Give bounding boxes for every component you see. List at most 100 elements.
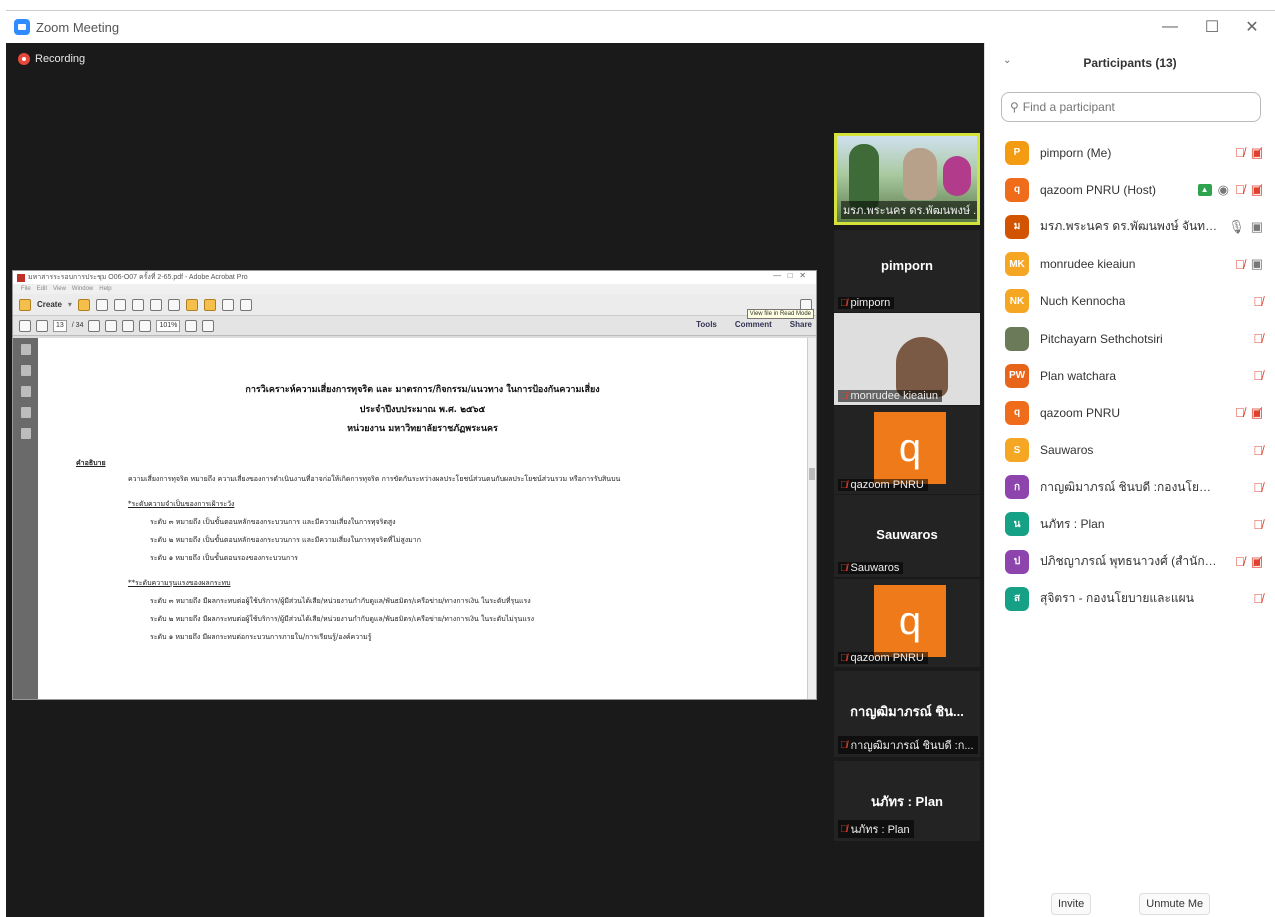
participant-row[interactable]: P pimporn (Me) 🎙̸ ▣̸ — [985, 134, 1275, 171]
fit-width-icon[interactable] — [202, 319, 215, 332]
pdf-scrollbar[interactable] — [807, 338, 816, 699]
zoom-out-icon[interactable] — [122, 319, 135, 332]
recording-indicator[interactable]: Recording — [18, 53, 85, 65]
participant-row[interactable]: q qazoom PNRU 🎙̸ ▣̸ — [985, 394, 1275, 431]
collaborate-icon[interactable] — [149, 298, 162, 311]
participant-row[interactable]: ม มรภ.พระนคร ดร.พัฒนพงษ์ จันทร์ควง 🎙 ▣ — [985, 208, 1275, 245]
video-off-icon[interactable]: ▣̸ — [1251, 405, 1263, 421]
participant-row[interactable]: ป ปภิชญาภรณ์ พุทธนาวงศ์ (สำนักงาน... 🎙̸ ▣… — [985, 543, 1275, 580]
video-on-icon[interactable]: ▣ — [1251, 256, 1263, 272]
scrollbar-thumb[interactable] — [809, 468, 815, 480]
mic-muted-icon[interactable]: 🎙̸ — [1235, 257, 1245, 272]
open-folder-icon[interactable] — [77, 298, 90, 311]
acrobat-task-links: Tools Comment Share — [696, 320, 812, 329]
participant-row[interactable]: MK monrudee kieaiun 🎙̸ ▣ — [985, 246, 1275, 283]
tile-label: 🎙̸ qazoom PNRU — [838, 652, 928, 664]
tile-qazoom-2[interactable]: q 🎙̸ qazoom PNRU — [834, 579, 980, 667]
zoom-in-icon[interactable] — [139, 319, 152, 332]
create-button[interactable]: Create — [37, 300, 62, 309]
mic-muted-icon[interactable]: 🎙̸ — [1253, 294, 1263, 309]
create-icon[interactable] — [19, 298, 31, 311]
minimize-icon[interactable]: — — [1150, 11, 1190, 43]
mic-muted-icon[interactable]: 🎙̸ — [1253, 443, 1263, 458]
tile-big-name: นภัทร : Plan — [870, 794, 943, 809]
mic-muted-icon: 🎙̸ — [840, 479, 848, 491]
hand-tool-icon[interactable] — [105, 319, 118, 332]
menu-view[interactable]: View — [53, 286, 66, 292]
mic-on-icon[interactable]: 🎙 — [1228, 219, 1245, 235]
participant-search[interactable]: ⚲ — [1001, 92, 1261, 122]
video-tile-active-speaker[interactable]: มรภ.พระนคร ดร.พัฒนพงษ์ ... — [834, 133, 980, 225]
print-icon[interactable] — [113, 298, 126, 311]
tile-qazoom-1[interactable]: q 🎙̸ qazoom PNRU — [834, 406, 980, 494]
comment-link[interactable]: Comment — [735, 320, 772, 329]
mic-muted-icon[interactable]: 🎙̸ — [1253, 368, 1263, 383]
unmute-me-button[interactable]: Unmute Me — [1139, 893, 1211, 915]
layers-icon[interactable] — [20, 407, 31, 418]
signature-icon[interactable] — [20, 428, 31, 439]
shared-screen-stage: Recording มหาสารระรอบการประชุม O06-O07 ค… — [6, 43, 984, 917]
zoom-level-select[interactable]: 101% — [156, 319, 181, 332]
mic-muted-icon[interactable]: 🎙̸ — [1235, 182, 1245, 197]
acrobat-window-controls-icon[interactable]: — □ ✕ — [773, 271, 806, 280]
participant-row[interactable]: NK Nuch Kennocha 🎙̸ — [985, 283, 1275, 320]
share-link[interactable]: Share — [790, 320, 812, 329]
participant-row[interactable]: ก กาญฒิมาภรณ์ ชินบดี :กองนโยบายและแผน 🎙̸ — [985, 469, 1275, 506]
search-input[interactable] — [1022, 100, 1243, 114]
settings-icon[interactable] — [167, 298, 180, 311]
mic-muted-icon[interactable]: 🎙̸ — [1235, 145, 1245, 160]
bookmark-icon[interactable] — [20, 365, 31, 376]
menu-help[interactable]: Help — [99, 286, 111, 292]
acrobat-toolbar: Create ▾ — [13, 294, 816, 316]
tile-label: 🎙̸ นภัทร : Plan — [838, 820, 914, 838]
chevron-down-icon[interactable]: ▾ — [68, 300, 72, 309]
acrobat-title-bar: มหาสารระรอบการประชุม O06-O07 ครั้งที่ 2-… — [13, 271, 816, 284]
participant-row[interactable]: น นภัทร : Plan 🎙̸ — [985, 506, 1275, 543]
menu-edit[interactable]: Edit — [37, 286, 47, 292]
tile-sauwaros[interactable]: Sauwaros 🎙̸ Sauwaros — [834, 495, 980, 577]
close-icon[interactable]: ✕ — [1232, 11, 1272, 43]
fit-page-icon[interactable] — [185, 319, 198, 332]
mic-muted-icon[interactable]: 🎙̸ — [1253, 591, 1263, 606]
participant-row[interactable]: ส สุจิตรา - กองนโยบายและแผน 🎙̸ — [985, 580, 1275, 617]
participant-row[interactable]: PW Plan watchara 🎙̸ — [985, 357, 1275, 394]
video-off-icon[interactable]: ▣̸ — [1251, 554, 1263, 570]
video-off-icon[interactable]: ▣̸ — [1251, 182, 1263, 198]
tile-napat[interactable]: นภัทร : Plan 🎙̸ นภัทร : Plan — [834, 761, 980, 841]
export-icon[interactable] — [221, 298, 234, 311]
participant-row[interactable]: Pitchayarn Sethchotsiri 🎙̸ — [985, 320, 1275, 357]
attachment-icon[interactable] — [20, 386, 31, 397]
tile-monrudee-video[interactable]: 🎙̸ monrudee kieaiun — [834, 313, 980, 405]
tile-kanya[interactable]: กาญฒิมาภรณ์ ชิน... 🎙̸ กาญฒิมาภรณ์ ชินบดี … — [834, 671, 980, 757]
select-tool-icon[interactable] — [88, 319, 101, 332]
mic-muted-icon[interactable]: 🎙̸ — [1235, 554, 1245, 569]
next-page-icon[interactable] — [36, 319, 48, 332]
maximize-icon[interactable]: ☐ — [1192, 11, 1232, 43]
video-off-icon[interactable]: ▣̸ — [1251, 145, 1263, 161]
invite-button[interactable]: Invite — [1051, 893, 1092, 915]
mic-muted-icon[interactable]: 🎙̸ — [1253, 331, 1263, 346]
tile-name: Sauwaros — [850, 562, 900, 574]
video-on-icon[interactable]: ▣ — [1251, 219, 1263, 235]
menu-file[interactable]: File — [21, 286, 31, 292]
comment-icon[interactable] — [185, 298, 198, 311]
prev-page-icon[interactable] — [19, 319, 31, 332]
email-icon[interactable] — [131, 298, 144, 311]
avatar: ส — [1005, 586, 1029, 611]
mic-muted-icon[interactable]: 🎙̸ — [1253, 517, 1263, 532]
tools-link[interactable]: Tools — [696, 320, 717, 329]
combine-icon[interactable] — [239, 298, 252, 311]
participant-row[interactable]: S Sauwaros 🎙̸ — [985, 432, 1275, 469]
mic-muted-icon[interactable]: 🎙̸ — [1235, 405, 1245, 420]
participant-name: qazoom PNRU — [1040, 405, 1121, 420]
page-number-input[interactable]: 13 — [53, 319, 67, 332]
mic-muted-icon[interactable]: 🎙̸ — [1253, 480, 1263, 495]
tile-pimporn[interactable]: pimporn 🎙̸ pimporn — [834, 230, 980, 312]
participant-name: นภัทร : Plan — [1040, 516, 1105, 531]
sign-icon[interactable] — [203, 298, 216, 311]
save-icon[interactable] — [95, 298, 108, 311]
tile-name: กาญฒิมาภรณ์ ชินบดี :ก... — [850, 740, 974, 752]
participant-row[interactable]: q qazoom PNRU (Host) ▲ ◉ 🎙̸ ▣̸ — [985, 171, 1275, 208]
menu-window[interactable]: Window — [72, 286, 93, 292]
pages-icon[interactable] — [20, 344, 31, 355]
